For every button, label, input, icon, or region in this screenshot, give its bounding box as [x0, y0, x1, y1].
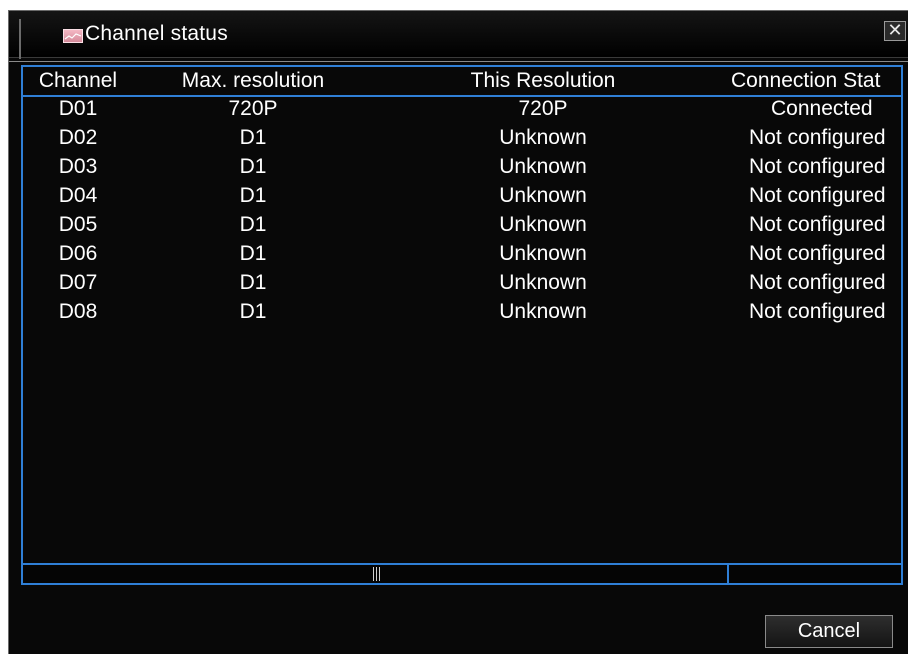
cell-channel: D06: [58, 242, 98, 265]
cell-max-resolution: D1: [239, 213, 267, 236]
cell-this-resolution: Unknown: [499, 155, 587, 178]
title-bar: Channel status ✕: [9, 11, 908, 59]
scrollbar-thumb[interactable]: [23, 565, 729, 583]
cell-channel: D04: [58, 184, 98, 207]
table-row[interactable]: D08 D1 Unknown Not configured: [23, 300, 901, 329]
cell-this-resolution: Unknown: [499, 126, 587, 149]
cell-channel: D08: [58, 300, 98, 323]
title-bar-edge: [19, 19, 21, 59]
cell-max-resolution: D1: [239, 242, 267, 265]
cell-connection-status: Not configured: [749, 271, 886, 294]
header-channel[interactable]: Channel: [23, 69, 133, 93]
table-header: Channel Max. resolution This Resolution …: [23, 67, 901, 97]
horizontal-scrollbar[interactable]: [23, 563, 901, 583]
table-row[interactable]: D06 D1 Unknown Not configured: [23, 242, 901, 271]
chart-icon: [63, 29, 83, 43]
channel-table: Channel Max. resolution This Resolution …: [21, 65, 903, 585]
title-separator: [9, 61, 908, 62]
cell-channel: D07: [58, 271, 98, 294]
cell-channel: D03: [58, 155, 98, 178]
table-row[interactable]: D02 D1 Unknown Not configured: [23, 126, 901, 155]
cell-max-resolution: 720P: [228, 97, 278, 120]
cell-this-resolution: Unknown: [499, 271, 587, 294]
header-max-resolution[interactable]: Max. resolution: [163, 69, 343, 93]
header-connection-status[interactable]: Connection Stat: [731, 69, 901, 93]
cell-connection-status: Not configured: [749, 184, 886, 207]
cell-this-resolution: Unknown: [499, 213, 587, 236]
cell-this-resolution: Unknown: [499, 184, 587, 207]
cell-max-resolution: D1: [239, 126, 267, 149]
cancel-button[interactable]: Cancel: [765, 615, 893, 648]
grip-icon[interactable]: [373, 567, 381, 581]
cell-connection-status: Not configured: [749, 155, 886, 178]
cell-max-resolution: D1: [239, 300, 267, 323]
header-this-resolution[interactable]: This Resolution: [453, 69, 633, 93]
cell-channel: D01: [58, 97, 98, 120]
cell-connection-status: Not configured: [749, 300, 886, 323]
table-row[interactable]: D04 D1 Unknown Not configured: [23, 184, 901, 213]
table-row[interactable]: D01 720P 720P Connected: [23, 97, 901, 126]
cell-connection-status: Not configured: [749, 126, 886, 149]
cell-connection-status: Connected: [771, 97, 873, 120]
cell-this-resolution: Unknown: [499, 300, 587, 323]
cell-max-resolution: D1: [239, 155, 267, 178]
cell-connection-status: Not configured: [749, 242, 886, 265]
cell-channel: D05: [58, 213, 98, 236]
cell-connection-status: Not configured: [749, 213, 886, 236]
cell-max-resolution: D1: [239, 184, 267, 207]
cell-channel: D02: [58, 126, 98, 149]
table-row[interactable]: D07 D1 Unknown Not configured: [23, 271, 901, 300]
close-icon[interactable]: ✕: [884, 21, 906, 41]
table-row[interactable]: D05 D1 Unknown Not configured: [23, 213, 901, 242]
dialog-title: Channel status: [85, 22, 228, 45]
cell-max-resolution: D1: [239, 271, 267, 294]
channel-status-dialog: Channel status ✕ Channel Max. resolution…: [8, 10, 908, 654]
table-row[interactable]: D03 D1 Unknown Not configured: [23, 155, 901, 184]
cell-this-resolution: 720P: [518, 97, 568, 120]
cell-this-resolution: Unknown: [499, 242, 587, 265]
